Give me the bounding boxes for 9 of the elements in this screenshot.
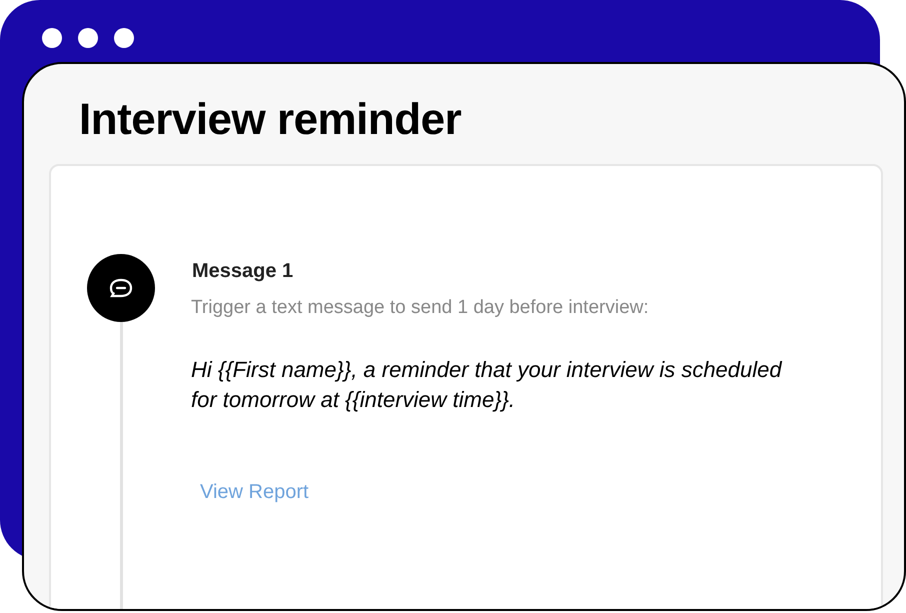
- window-title: Interview reminder: [79, 94, 462, 146]
- message-title: Message 1: [192, 260, 294, 283]
- window-dot-icon: [42, 28, 62, 48]
- chat-bubble-icon: [87, 254, 155, 322]
- message-subtitle: Trigger a text message to send 1 day before interview:: [191, 297, 650, 319]
- window-dot-icon: [114, 28, 134, 48]
- window-dot-icon: [78, 28, 98, 48]
- view-report-link[interactable]: View Report: [200, 481, 309, 504]
- message-text: Hi {{First name}}, a reminder that your interview is scheduled for tomorrow at {{interview time}}.: [191, 356, 784, 414]
